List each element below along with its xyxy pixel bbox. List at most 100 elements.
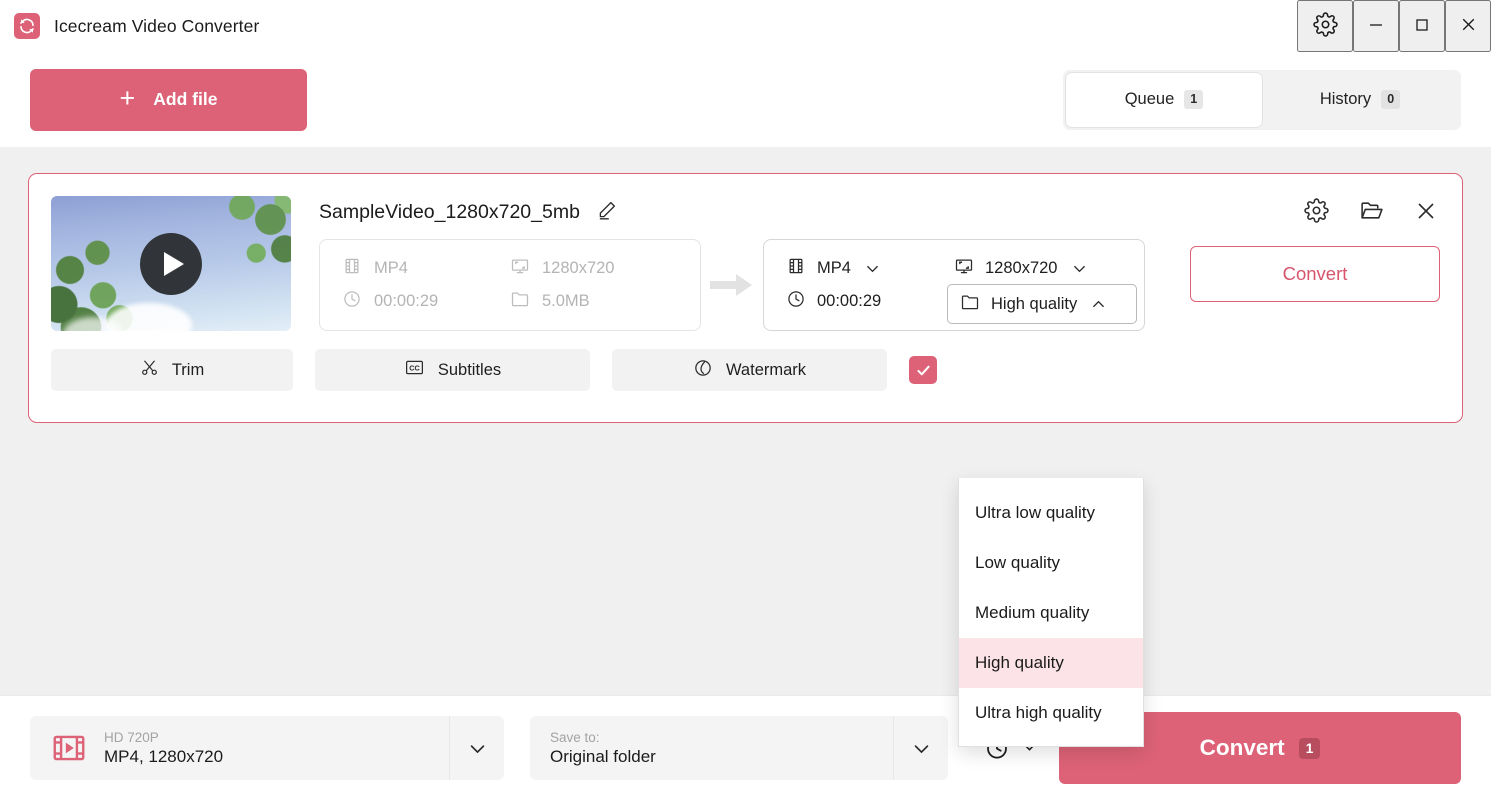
film-strip-icon (342, 256, 362, 281)
card-settings-button[interactable] (1302, 196, 1331, 228)
close-icon (1459, 15, 1478, 37)
quality-dropdown-menu: Ultra low quality Low quality Medium qua… (958, 478, 1144, 747)
thumbnail-foliage-right (204, 196, 291, 293)
preset-text: HD 720P MP4, 1280x720 (104, 730, 449, 767)
watermark-button[interactable]: Watermark (612, 349, 887, 391)
play-icon[interactable] (140, 232, 202, 295)
preset-chevron-down-icon[interactable] (449, 716, 504, 780)
chevron-down-icon (1072, 261, 1087, 276)
source-info-box: MP4 1280x720 00:00:29 5.0MB (319, 239, 701, 331)
close-window-button[interactable] (1445, 0, 1491, 52)
bottom-bar: HD 720P MP4, 1280x720 Save to: Original … (0, 695, 1491, 800)
output-format-value: MP4 (817, 259, 851, 277)
folder-icon (960, 292, 980, 317)
arrow-right-icon (701, 239, 763, 331)
source-size-value: 5.0MB (542, 292, 590, 310)
card-top-row: SampleVideo_1280x720_5mb MP4 1280x720 00… (29, 196, 1462, 331)
watermark-droplet-icon (693, 358, 713, 383)
source-duration: 00:00:29 (342, 289, 510, 314)
pencil-icon (596, 200, 617, 224)
open-folder-button[interactable] (1357, 196, 1386, 228)
closed-caption-icon: CC (404, 357, 425, 383)
add-file-button[interactable]: + Add file (30, 68, 307, 131)
add-file-label: Add file (153, 89, 218, 109)
tab-queue-badge: 1 (1184, 90, 1204, 109)
card-action-row: Trim CC Subtitles Watermark (29, 349, 1462, 391)
select-file-checkbox[interactable] (909, 356, 937, 384)
output-resolution-dropdown[interactable]: 1280x720 (954, 256, 1122, 281)
output-duration: 00:00:29 (786, 289, 954, 314)
tab-queue[interactable]: Queue 1 (1066, 72, 1262, 127)
remove-file-button[interactable] (1412, 197, 1440, 228)
preset-format-label: MP4, 1280x720 (104, 746, 224, 766)
save-to-text: Save to: Original folder (530, 730, 893, 767)
save-to-selector[interactable]: Save to: Original folder (530, 716, 948, 780)
quality-value: High quality (991, 294, 1078, 313)
main-content: SampleVideo_1280x720_5mb MP4 1280x720 00… (0, 147, 1491, 747)
preset-quality-label: HD 720P (104, 729, 159, 745)
file-card: SampleVideo_1280x720_5mb MP4 1280x720 00… (28, 173, 1463, 423)
convert-label: Convert (1199, 735, 1285, 760)
monitor-icon (510, 256, 530, 281)
gear-icon (1304, 198, 1329, 226)
save-to-value: Original folder (550, 746, 656, 766)
source-duration-value: 00:00:29 (374, 292, 439, 310)
filename-row: SampleVideo_1280x720_5mb (319, 196, 1440, 228)
source-size: 5.0MB (510, 289, 678, 314)
output-duration-value: 00:00:29 (817, 292, 882, 310)
output-resolution-value: 1280x720 (985, 259, 1058, 277)
watermark-label: Watermark (725, 360, 807, 379)
app-title: Icecream Video Converter (54, 15, 260, 36)
trim-label: Trim (171, 360, 205, 379)
quality-option-ultra-low[interactable]: Ultra low quality (959, 488, 1143, 538)
monitor-icon (954, 256, 974, 281)
maximize-button[interactable] (1399, 0, 1445, 52)
minimize-icon (1367, 16, 1385, 37)
trim-button[interactable]: Trim (51, 349, 293, 391)
chevron-down-icon (865, 261, 880, 276)
minimize-button[interactable] (1353, 0, 1399, 52)
settings-gear-button[interactable] (1297, 0, 1353, 52)
folder-icon (510, 289, 530, 314)
convert-count-badge: 1 (1298, 737, 1321, 759)
source-resolution-value: 1280x720 (542, 259, 615, 277)
tab-queue-label: Queue (1124, 90, 1175, 108)
play-triangle (163, 251, 184, 276)
app-logo-icon (14, 13, 40, 39)
check-icon (916, 365, 930, 375)
quality-option-ultra-high[interactable]: Ultra high quality (959, 688, 1143, 738)
rename-file-button[interactable] (594, 198, 619, 226)
film-strip-icon (786, 256, 806, 281)
conversion-row: MP4 1280x720 00:00:29 5.0MB MP4 1280x720… (319, 239, 1440, 331)
output-settings-box: MP4 1280x720 00:00:29 High quality (763, 239, 1145, 331)
gear-icon (1312, 12, 1338, 40)
tab-group: Queue 1 History 0 (1063, 69, 1461, 130)
card-icon-group (1302, 196, 1440, 228)
card-convert-button[interactable]: Convert (1190, 246, 1440, 302)
quality-dropdown-trigger[interactable]: High quality (947, 284, 1137, 324)
save-to-label: Save to: (550, 729, 600, 745)
toolbar: + Add file Queue 1 History 0 (0, 52, 1491, 147)
scissors-icon (140, 358, 159, 382)
tab-history-badge: 0 (1381, 90, 1401, 109)
tab-history-label: History (1319, 90, 1372, 108)
source-format-value: MP4 (374, 259, 408, 277)
quality-option-medium[interactable]: Medium quality (959, 588, 1143, 638)
output-format-dropdown[interactable]: MP4 (786, 256, 954, 281)
file-name: SampleVideo_1280x720_5mb (319, 200, 580, 223)
svg-text:CC: CC (409, 363, 420, 372)
maximize-icon (1413, 16, 1431, 37)
app-window: Icecream Video Converter + Add file Queu… (0, 0, 1491, 800)
quality-option-low[interactable]: Low quality (959, 538, 1143, 588)
source-format: MP4 (342, 256, 510, 281)
card-info: SampleVideo_1280x720_5mb MP4 1280x720 00… (291, 196, 1440, 331)
video-thumbnail[interactable] (51, 196, 291, 331)
tab-history[interactable]: History 0 (1262, 73, 1458, 127)
chevron-up-icon (1091, 297, 1106, 312)
save-to-chevron-down-icon[interactable] (893, 716, 948, 780)
subtitles-button[interactable]: CC Subtitles (315, 349, 590, 391)
title-bar: Icecream Video Converter (0, 0, 1491, 52)
quality-option-high[interactable]: High quality (959, 638, 1143, 688)
clock-icon (786, 289, 806, 314)
output-preset-selector[interactable]: HD 720P MP4, 1280x720 (30, 716, 504, 780)
